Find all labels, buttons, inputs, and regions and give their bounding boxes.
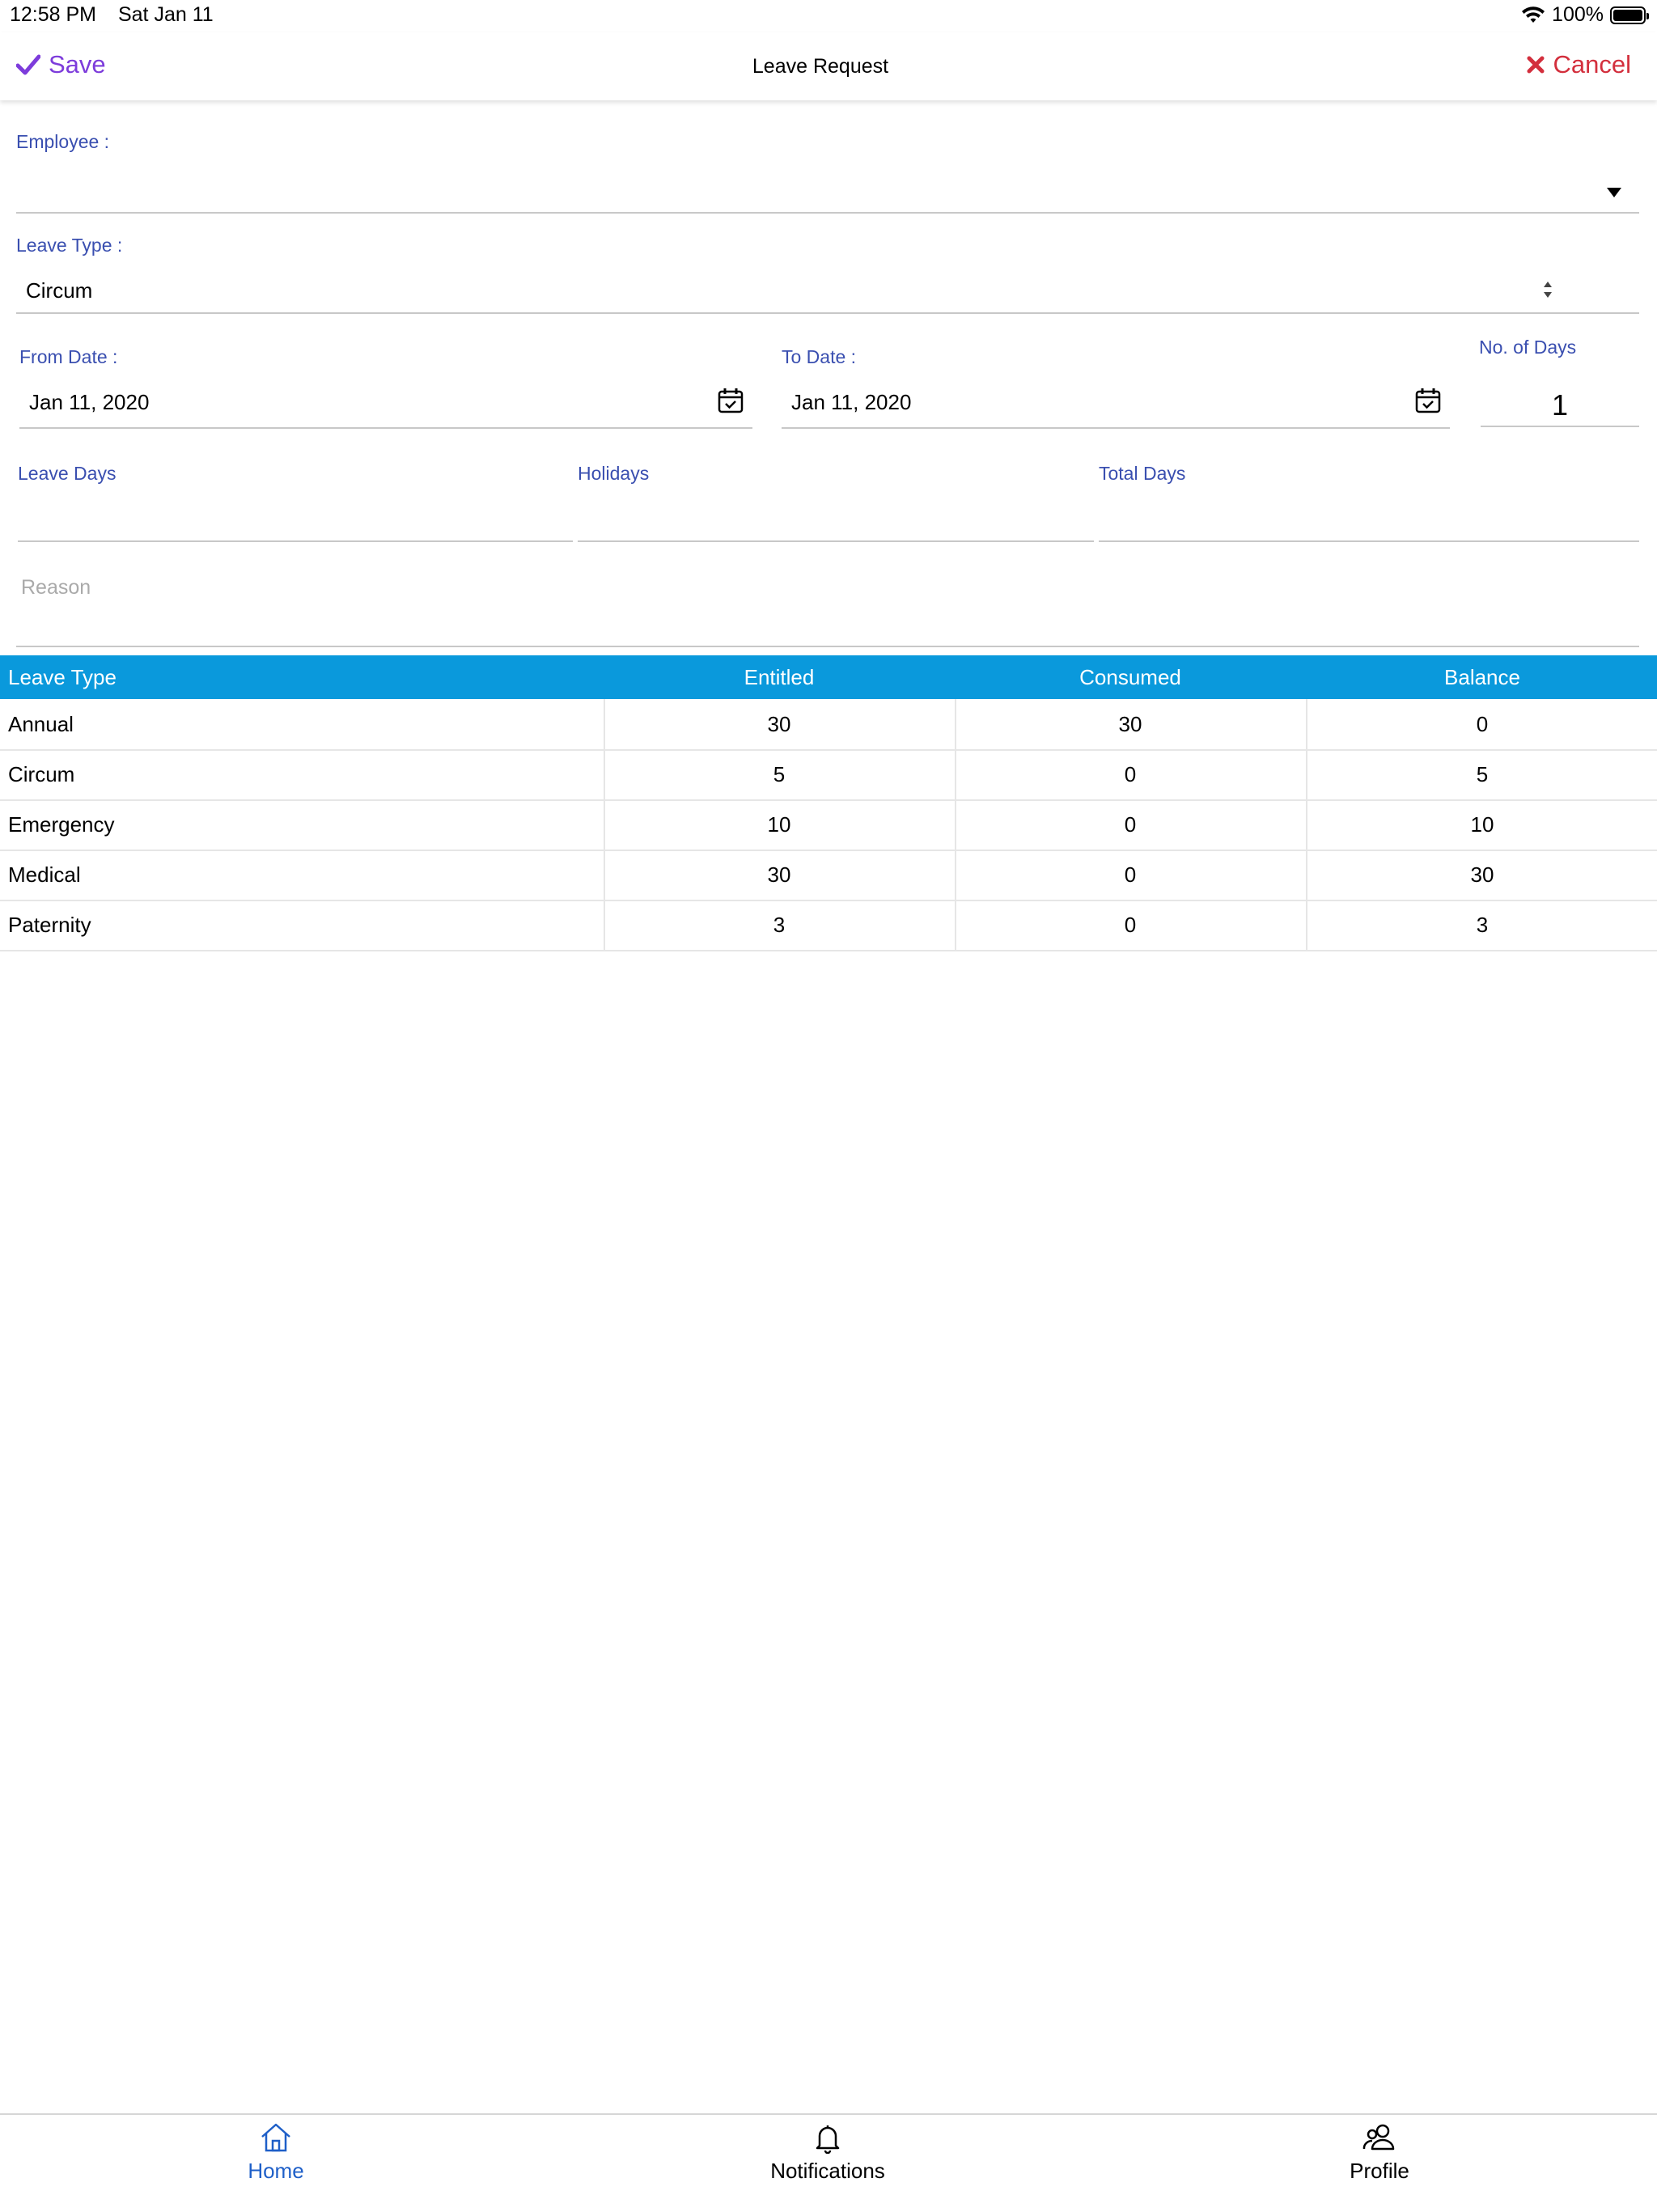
cell-entitled: 5 <box>773 762 786 786</box>
cell-consumed: 30 <box>1118 712 1142 736</box>
employee-underline <box>16 212 1639 214</box>
table-row: Medical 30 0 30 <box>0 850 1657 901</box>
to-date-field[interactable]: Jan 11, 2020 <box>782 377 1450 427</box>
employee-label: Employee : <box>16 131 110 152</box>
to-date-underline <box>782 427 1450 429</box>
cell-consumed: 0 <box>1124 762 1137 786</box>
cell-consumed: 0 <box>1124 913 1137 937</box>
tab-profile-label: Profile <box>1350 2159 1409 2183</box>
from-date-label: From Date : <box>19 346 118 367</box>
leave-type-underline <box>16 312 1639 314</box>
leave-type-value: Circum <box>26 278 93 303</box>
tab-home[interactable]: Home <box>114 2121 438 2184</box>
cell-balance: 30 <box>1470 862 1494 887</box>
cell-balance: 0 <box>1476 712 1489 736</box>
calendar-icon[interactable] <box>717 387 744 414</box>
tab-notifications-label: Notifications <box>770 2159 885 2183</box>
header-leave-type: Leave Type <box>8 665 117 689</box>
tab-home-label: Home <box>248 2159 304 2183</box>
battery-icon <box>1610 6 1649 24</box>
dropdown-arrow-icon <box>1607 188 1621 197</box>
cell-entitled: 10 <box>767 812 791 837</box>
status-bar-left: 12:58 PM Sat Jan 11 <box>10 3 230 27</box>
employee-picker[interactable] <box>16 159 1639 210</box>
table-row: Annual 30 30 0 <box>0 699 1657 751</box>
status-bar-right: 100% <box>1521 3 1649 27</box>
tab-profile[interactable]: Profile <box>1218 2121 1541 2184</box>
total-days-label: Total Days <box>1099 463 1186 484</box>
to-date-value: Jan 11, 2020 <box>791 390 912 414</box>
header-entitled: Entitled <box>744 665 815 689</box>
cell-balance: 3 <box>1476 913 1489 937</box>
leave-type-picker[interactable]: Circum <box>16 267 1639 312</box>
cell-leave-type: Medical <box>8 862 81 887</box>
cancel-button[interactable]: Cancel <box>1526 50 1632 79</box>
cell-entitled: 30 <box>767 712 791 736</box>
tab-notifications[interactable]: Notifications <box>666 2121 990 2184</box>
table-row: Circum 5 0 5 <box>0 749 1657 801</box>
leave-type-label: Leave Type : <box>16 235 123 256</box>
holidays-label: Holidays <box>578 463 650 484</box>
leave-days-field[interactable] <box>18 490 573 540</box>
from-date-value: Jan 11, 2020 <box>29 390 150 414</box>
cell-consumed: 0 <box>1124 862 1137 887</box>
no-of-days-value: 1 <box>1551 388 1569 422</box>
no-of-days-field[interactable]: 1 <box>1481 377 1639 426</box>
leave-days-underline <box>18 540 573 542</box>
leave-balance-table-header: Leave Type Entitled Consumed Balance <box>0 655 1657 699</box>
holidays-field[interactable] <box>578 490 1094 540</box>
cell-leave-type: Annual <box>8 712 74 736</box>
home-icon <box>261 2123 290 2152</box>
no-of-days-label: No. of Days <box>1479 337 1577 358</box>
calendar-icon[interactable] <box>1414 387 1442 414</box>
leave-days-label: Leave Days <box>18 463 117 484</box>
cell-consumed: 0 <box>1124 812 1137 837</box>
total-days-field[interactable] <box>1099 490 1639 540</box>
cell-leave-type: Emergency <box>8 812 115 837</box>
from-date-underline <box>19 427 752 429</box>
total-days-underline <box>1099 540 1639 542</box>
page-title: Leave Request <box>752 55 889 78</box>
cell-balance: 5 <box>1476 762 1489 786</box>
cell-entitled: 3 <box>773 913 786 937</box>
reason-input[interactable]: Reason <box>16 563 1639 644</box>
status-time: 12:58 PM <box>10 3 97 26</box>
header-consumed: Consumed <box>1079 665 1181 689</box>
cell-balance: 10 <box>1470 812 1494 837</box>
cell-entitled: 30 <box>767 862 791 887</box>
users-icon <box>1362 2124 1395 2151</box>
no-of-days-underline <box>1481 426 1639 427</box>
from-date-field[interactable]: Jan 11, 2020 <box>19 377 752 427</box>
cell-leave-type: Circum <box>8 762 75 786</box>
wifi-icon <box>1522 6 1545 23</box>
battery-percent: 100% <box>1552 3 1604 26</box>
reason-placeholder: Reason <box>21 576 91 599</box>
to-date-label: To Date : <box>782 346 857 367</box>
holidays-underline <box>578 540 1094 542</box>
cell-leave-type: Paternity <box>8 913 91 937</box>
bell-icon <box>816 2125 840 2154</box>
header-balance: Balance <box>1444 665 1520 689</box>
table-row: Emergency 10 0 10 <box>0 799 1657 851</box>
cancel-label: Cancel <box>1553 50 1632 78</box>
sort-arrows-icon <box>1544 282 1552 298</box>
reason-underline <box>16 646 1639 647</box>
status-date: Sat Jan 11 <box>117 3 214 26</box>
table-row: Paternity 3 0 3 <box>0 900 1657 951</box>
close-icon <box>1527 56 1544 74</box>
